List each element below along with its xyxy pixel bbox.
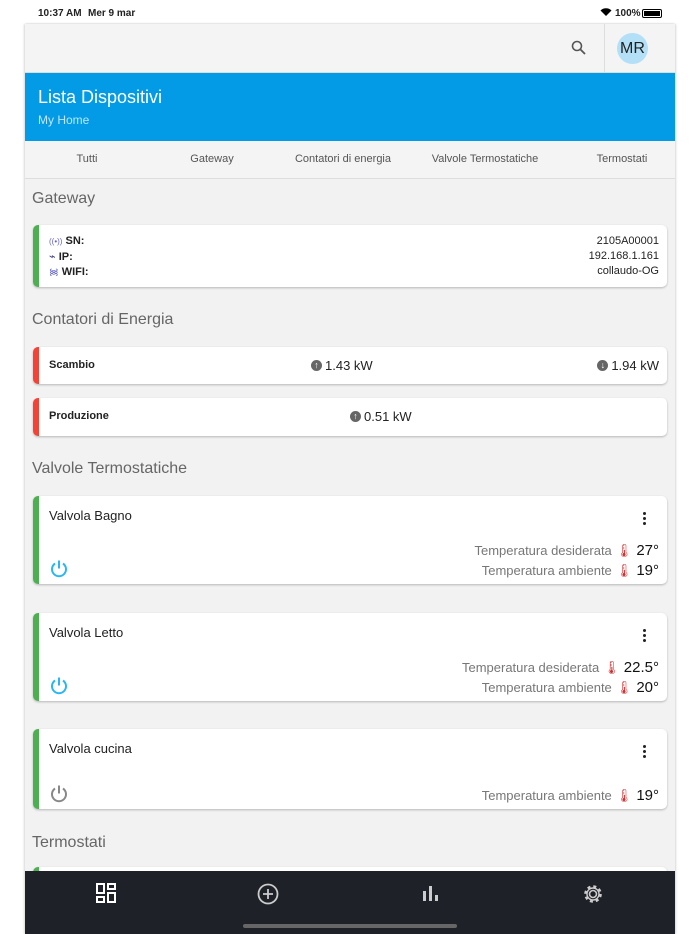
- valve-name: Valvola Letto: [49, 625, 124, 640]
- more-vert-icon[interactable]: [643, 512, 647, 527]
- power-icon[interactable]: [49, 676, 69, 696]
- more-vert-icon[interactable]: [643, 745, 647, 760]
- energy-card-scambio[interactable]: Scambio ↑ 1.43 kW ↓ 1.94 kW: [33, 347, 667, 384]
- wifi-icon: [600, 7, 612, 20]
- signal-icon: ((•)): [49, 237, 63, 246]
- desired-temp: Temperatura desiderata 🌡 27°: [474, 542, 659, 559]
- meter-upload: ↑ 0.51 kW: [350, 409, 412, 424]
- home-indicator: [243, 924, 457, 928]
- meter-name: Produzione: [49, 410, 109, 422]
- tab-gateway[interactable]: Gateway: [190, 153, 233, 165]
- trend-icon: ⌁: [49, 251, 56, 263]
- thermometer-icon: 🌡: [615, 787, 633, 803]
- tab-tutti[interactable]: Tutti: [77, 153, 98, 165]
- section-heading-valves: Valvole Termostatiche: [32, 460, 188, 477]
- arrow-down-circle-icon: ↓: [597, 360, 609, 371]
- page-title: Lista Dispositivi: [38, 87, 163, 107]
- valve-name: Valvola Bagno: [49, 508, 132, 523]
- thermometer-icon: 🌡: [615, 562, 633, 578]
- section-heading-thermostats: Termostati: [32, 834, 106, 851]
- status-bar-indicator: [33, 225, 39, 287]
- meter-download: ↓ 1.94 kW: [597, 358, 659, 373]
- arrow-up-circle-icon: ↑: [350, 411, 361, 422]
- section-heading-energy: Contatori di Energia: [32, 311, 174, 328]
- search-icon[interactable]: [571, 40, 587, 61]
- meter-upload: ↑ 1.43 kW: [311, 358, 373, 373]
- desired-temp: Temperatura desiderata 🌡 22.5°: [461, 659, 659, 676]
- ambient-temp: Temperatura ambiente 🌡 19°: [481, 787, 659, 804]
- status-date: Mer 9 mar: [88, 8, 136, 19]
- thermometer-icon: 🌡: [615, 542, 633, 558]
- battery-icon: [642, 9, 662, 18]
- battery-percent: 100%: [615, 8, 641, 19]
- filter-tabs: Tutti Gateway Contatori di energia Valvo…: [25, 141, 675, 179]
- gateway-row-wifi: ᯼ WIFI: collaudo-OG: [49, 265, 659, 278]
- add-circle-icon[interactable]: [257, 883, 279, 905]
- gateway-card[interactable]: ((•)) SN: 2105A00001 ⌁ IP: 192.168.1.161…: [33, 225, 667, 287]
- toolbar: MR: [25, 24, 675, 73]
- page-subtitle: My Home: [38, 113, 90, 127]
- power-icon[interactable]: [49, 784, 69, 804]
- status-bar-indicator: [33, 347, 39, 384]
- tab-termostati[interactable]: Termostati: [597, 153, 648, 165]
- dashboard-icon[interactable]: [96, 883, 116, 903]
- bar-chart-icon[interactable]: [421, 883, 439, 903]
- status-bar: 10:37 AM Mer 9 mar 100%: [0, 0, 700, 24]
- gateway-row-sn: ((•)) SN: 2105A00001: [49, 235, 659, 247]
- status-bar-indicator: [33, 613, 39, 701]
- energy-card-produzione[interactable]: Produzione ↑ 0.51 kW: [33, 398, 667, 436]
- thermometer-icon: 🌡: [615, 679, 633, 695]
- status-time: 10:37 AM: [38, 8, 82, 19]
- settings-icon[interactable]: [582, 883, 604, 905]
- thermometer-icon: 🌡: [603, 659, 620, 675]
- more-vert-icon[interactable]: [643, 629, 647, 644]
- ambient-temp: Temperatura ambiente 🌡 20°: [481, 679, 659, 696]
- valve-card[interactable]: Valvola cucina Temperatura ambiente 🌡 19°: [33, 729, 667, 809]
- tab-contatori[interactable]: Contatori di energia: [295, 153, 391, 165]
- tab-valvole[interactable]: Valvole Termostatiche: [432, 153, 539, 165]
- valve-name: Valvola cucina: [49, 741, 132, 756]
- app: MR Lista Dispositivi My Home Tutti Gatew…: [25, 24, 675, 934]
- bottom-nav: [25, 871, 675, 934]
- ambient-temp: Temperatura ambiente 🌡 19°: [481, 562, 659, 579]
- avatar[interactable]: MR: [617, 33, 648, 64]
- page-header: Lista Dispositivi My Home: [25, 73, 675, 141]
- meter-name: Scambio: [49, 359, 95, 371]
- gateway-row-ip: ⌁ IP: 192.168.1.161: [49, 250, 659, 263]
- arrow-up-circle-icon: ↑: [311, 360, 322, 371]
- divider: [604, 24, 605, 73]
- status-bar-indicator: [33, 496, 39, 584]
- status-bar-indicator: [33, 729, 39, 809]
- wifi-icon: ᯼: [49, 267, 59, 277]
- power-icon[interactable]: [49, 559, 69, 579]
- valve-card[interactable]: Valvola Bagno Temperatura desiderata 🌡 27°…: [33, 496, 667, 584]
- valve-card[interactable]: Valvola Letto Temperatura desiderata 🌡 22.…: [33, 613, 667, 701]
- status-bar-indicator: [33, 398, 39, 436]
- section-heading-gateway: Gateway: [32, 190, 96, 207]
